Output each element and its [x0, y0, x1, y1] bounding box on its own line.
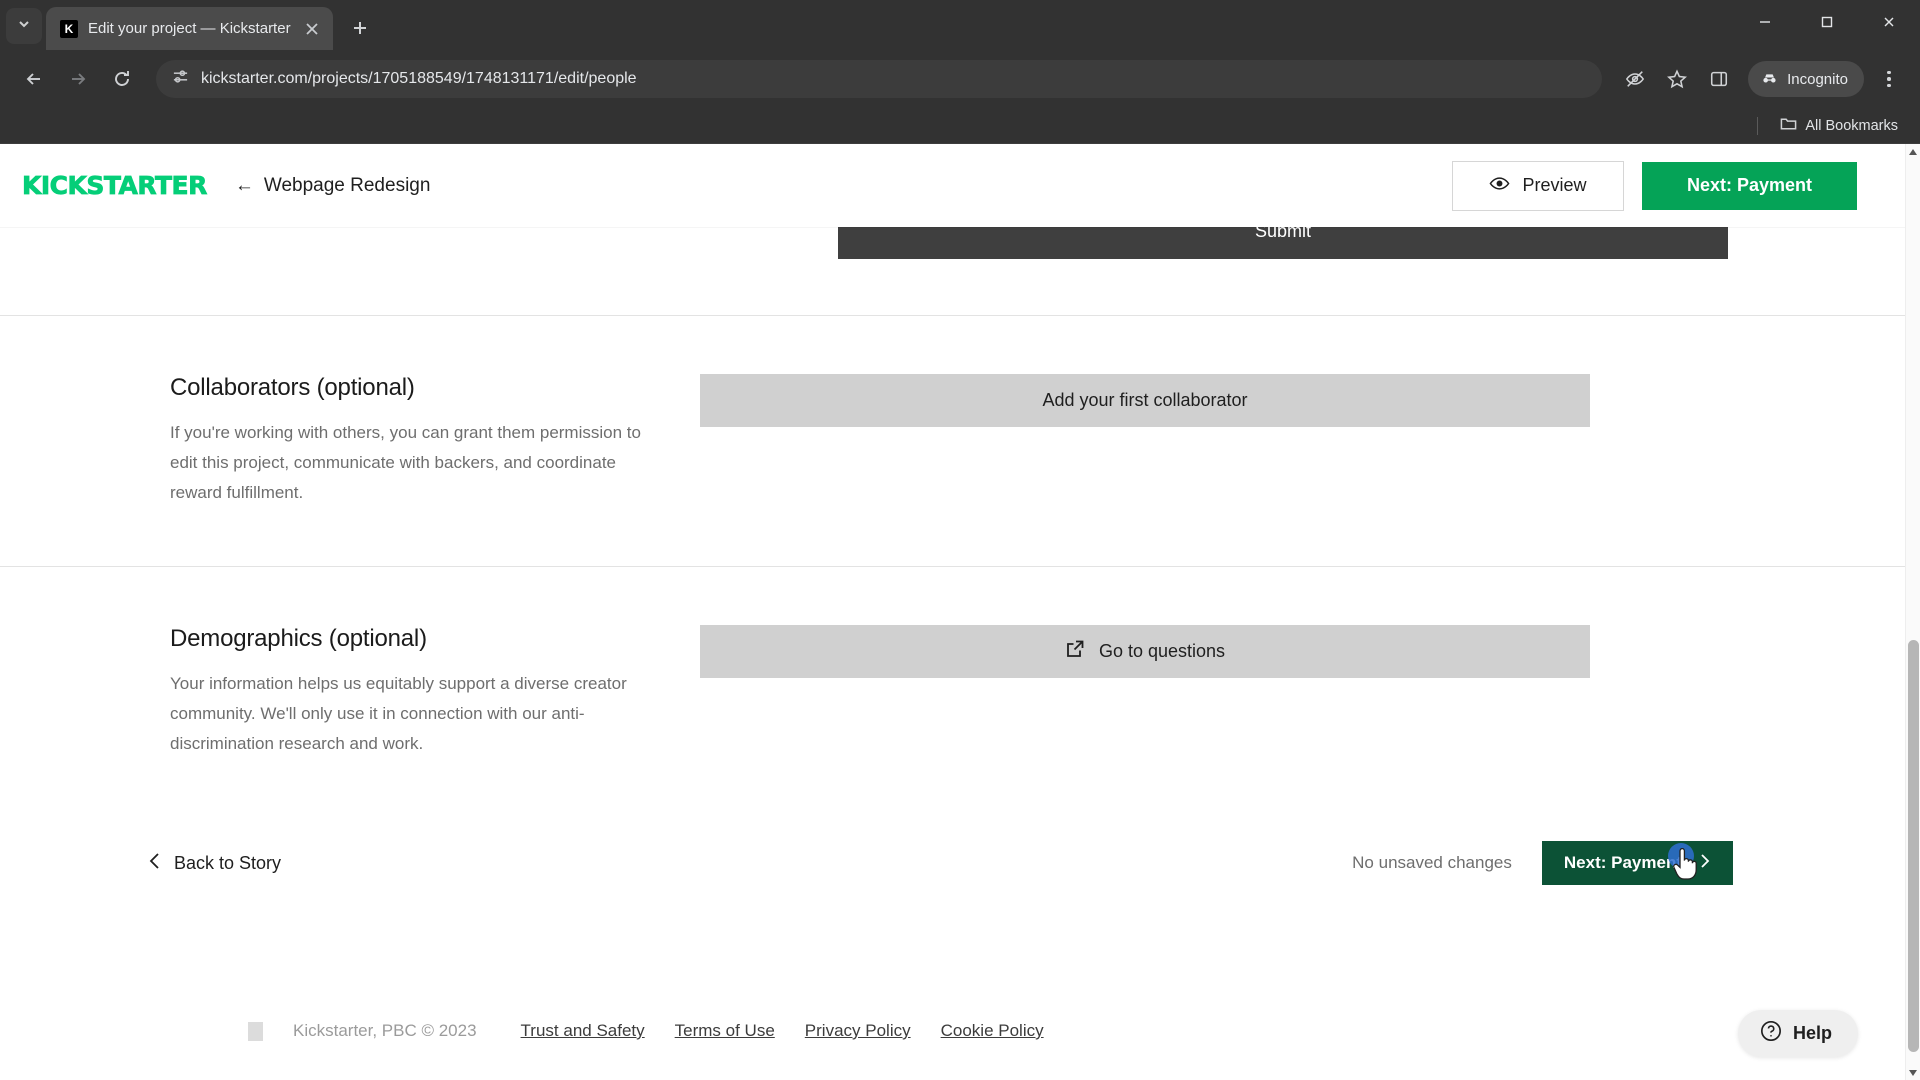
chevron-left-icon: [148, 852, 162, 875]
url-text: kickstarter.com/projects/1705188549/1748…: [201, 70, 637, 87]
three-dots-icon[interactable]: [1872, 60, 1906, 98]
section-title: Demographics (optional): [170, 625, 427, 652]
eye-off-icon[interactable]: [1616, 60, 1654, 98]
tab-strip: K Edit your project — Kickstarter: [0, 0, 1920, 50]
plus-icon: [353, 22, 366, 34]
footer-link-privacy-policy[interactable]: Privacy Policy: [805, 1021, 911, 1041]
next-payment-button-bottom[interactable]: Next: Payment: [1541, 841, 1733, 885]
click-indicator: [1668, 843, 1694, 869]
next-payment-label: Next: Payment: [1563, 853, 1682, 872]
scrollbar-thumb[interactable]: [1908, 640, 1919, 1052]
page-footer: Kickstarter, PBC © 2023 Trust and Safety…: [0, 1021, 1905, 1041]
save-status: No unsaved changes: [1352, 853, 1512, 872]
site-settings-icon[interactable]: [172, 68, 189, 90]
tab-search-button[interactable]: [6, 8, 42, 44]
page-viewport: Submit KICKSTARTER ← Webpage Redesign Pr…: [0, 144, 1920, 1080]
next-payment-button-top[interactable]: Next: Payment: [1642, 161, 1857, 210]
incognito-icon: [1760, 68, 1779, 91]
minimize-icon[interactable]: [1734, 0, 1796, 44]
browser-window: K Edit your project — Kickstarter kickst…: [0, 0, 1920, 1080]
arrow-left-icon: [26, 73, 40, 85]
copyright-text: Kickstarter, PBC © 2023: [293, 1021, 477, 1040]
bookmarks-divider: [1757, 116, 1759, 135]
star-icon[interactable]: [1658, 60, 1696, 98]
incognito-badge[interactable]: Incognito: [1748, 61, 1864, 97]
arrow-left-icon: ←: [234, 174, 254, 196]
question-circle-icon: [1760, 1020, 1782, 1047]
reload-icon: [115, 71, 129, 86]
all-bookmarks-button[interactable]: All Bookmarks: [1772, 111, 1906, 140]
preview-button[interactable]: Preview: [1452, 160, 1624, 211]
window-controls: [1734, 0, 1920, 50]
add-collaborator-label: Add your first collaborator: [1042, 390, 1248, 410]
forward-button[interactable]: [58, 59, 98, 99]
back-to-story-label: Back to Story: [174, 852, 282, 873]
browser-toolbar: kickstarter.com/projects/1705188549/1748…: [0, 50, 1920, 108]
page-content: Collaborators (optional) If you're worki…: [0, 227, 1905, 1041]
project-title: Webpage Redesign: [263, 174, 431, 196]
back-button[interactable]: [14, 59, 54, 99]
scroll-up-arrow[interactable]: [1906, 144, 1920, 159]
eye-icon: [1489, 173, 1510, 199]
bookmarks-bar: All Bookmarks: [0, 108, 1920, 144]
all-bookmarks-label: All Bookmarks: [1805, 117, 1898, 134]
kickstarter-favicon: K: [60, 19, 78, 38]
bottom-navigation: Back to Story No unsaved changes Next: P…: [0, 817, 1905, 909]
page-scrollbar[interactable]: [1905, 144, 1920, 1080]
site-header: KICKSTARTER ← Webpage Redesign Preview N…: [0, 144, 1905, 227]
kickstarter-logo[interactable]: KICKSTARTER: [22, 171, 208, 201]
browser-chrome: K Edit your project — Kickstarter kickst…: [0, 0, 1920, 144]
footer-link-cookie-policy[interactable]: Cookie Policy: [941, 1021, 1044, 1041]
section-action: Add your first collaborator: [700, 374, 1905, 508]
kickstarter-footer-mark: [248, 1021, 263, 1041]
chevron-down-icon: [16, 16, 32, 37]
maximize-icon[interactable]: [1796, 0, 1858, 44]
go-to-questions-button[interactable]: Go to questions: [700, 625, 1590, 678]
section-text: Collaborators (optional) If you're worki…: [0, 374, 700, 508]
project-back-link[interactable]: ← Webpage Redesign: [235, 175, 431, 197]
scroll-down-arrow[interactable]: [1906, 1065, 1920, 1080]
new-tab-button[interactable]: [343, 11, 377, 45]
preview-label: Preview: [1522, 175, 1587, 195]
add-collaborator-button[interactable]: Add your first collaborator: [700, 374, 1590, 427]
browser-tab[interactable]: K Edit your project — Kickstarter: [46, 7, 333, 50]
go-to-questions-label: Go to questions: [1098, 641, 1226, 661]
close-icon[interactable]: [1858, 0, 1920, 44]
header-actions: Preview Next: Payment: [1452, 160, 1857, 211]
help-widget[interactable]: Help: [1737, 1010, 1858, 1057]
back-to-story-link[interactable]: Back to Story: [148, 852, 281, 875]
footer-link-terms-of-use[interactable]: Terms of Use: [675, 1021, 775, 1041]
side-panel-icon[interactable]: [1700, 60, 1738, 98]
arrow-right-icon: [72, 73, 86, 85]
section-text: Demographics (optional) Your information…: [0, 625, 700, 759]
tab-title: Edit your project — Kickstarter: [88, 20, 291, 37]
address-bar[interactable]: kickstarter.com/projects/1705188549/1748…: [156, 60, 1603, 98]
close-icon[interactable]: [301, 18, 323, 40]
section-description: Your information helps us equitably supp…: [170, 674, 627, 753]
footer-link-trust-and-safety[interactable]: Trust and Safety: [521, 1021, 645, 1041]
help-label: Help: [1792, 1023, 1832, 1043]
external-link-icon: [1065, 639, 1085, 664]
chevron-right-icon: [1698, 853, 1711, 874]
section-collaborators: Collaborators (optional) If you're worki…: [0, 316, 1905, 566]
section-demographics: Demographics (optional) Your information…: [0, 567, 1905, 817]
reload-button[interactable]: [102, 59, 142, 99]
incognito-label: Incognito: [1787, 70, 1848, 88]
folder-icon: [1780, 115, 1797, 136]
section-action: Go to questions: [700, 625, 1905, 759]
section-title: Collaborators (optional): [170, 374, 415, 401]
section-description: If you're working with others, you can g…: [170, 423, 641, 502]
